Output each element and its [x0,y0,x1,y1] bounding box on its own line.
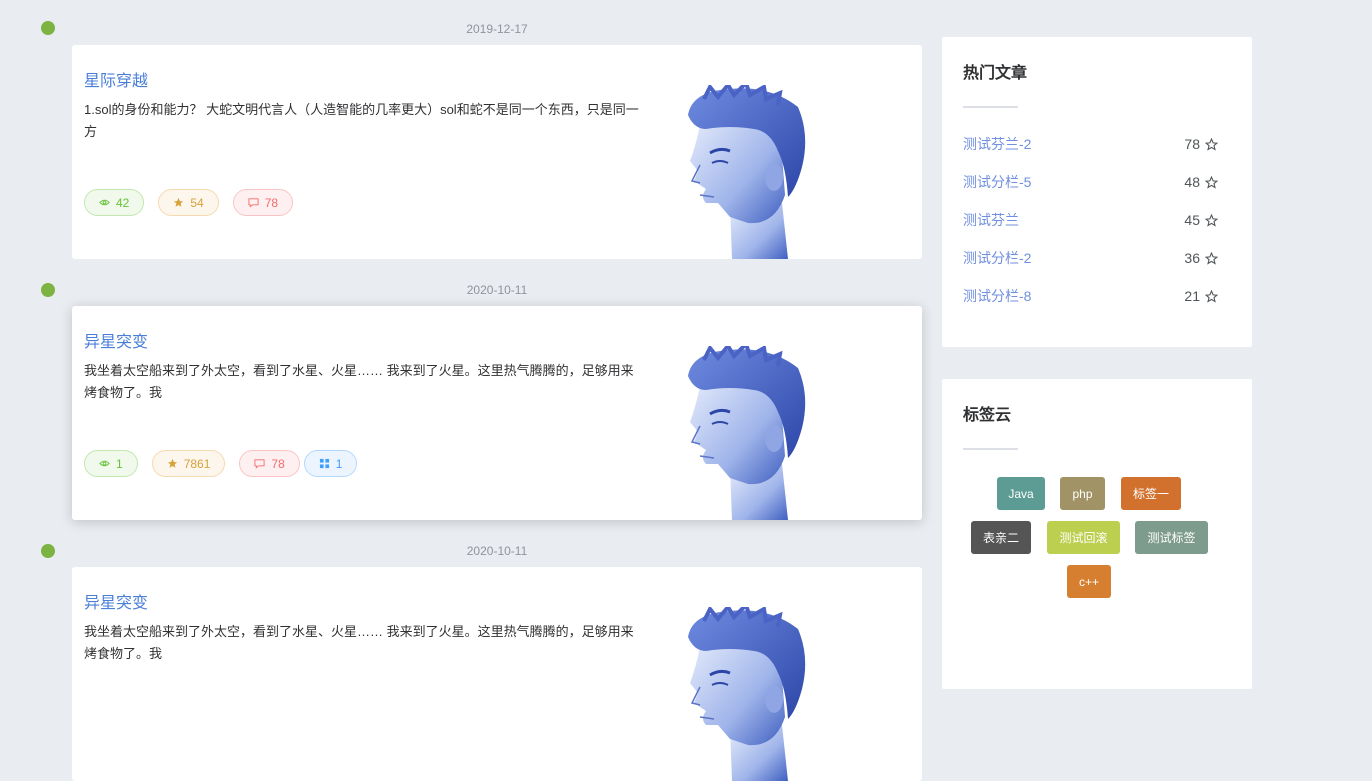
star-icon [174,197,184,207]
article-title[interactable]: 星际穿越 [84,67,148,91]
hot-article-count-value: 21 [1184,288,1200,304]
entry-date: 2019-12-17 [466,22,528,36]
hot-article-link[interactable]: 测试分栏-8 [963,286,1031,306]
star-outline-icon [1205,137,1218,151]
hot-article-link[interactable]: 测试分栏-2 [963,248,1031,268]
comment-count-badge: 78 [232,189,294,216]
divider [963,106,1018,108]
article-card[interactable]: 异星突变 我坐着太空船来到了外太空，看到了水星、火星…… 我来到了火星。这里热气… [72,567,922,781]
eye-icon [99,199,110,206]
article-cover-image [686,607,808,781]
star-outline-icon [1205,251,1218,265]
article-title[interactable]: 异星突变 [84,328,148,352]
tag-cloud-title: 标签云 [963,407,1012,424]
view-count: 42 [116,195,130,210]
hot-article-item: 测试芬兰-2 78 [963,134,1218,154]
hot-article-count-value: 36 [1184,250,1200,266]
view-count: 1 [116,456,123,471]
hot-articles-title: 热门文章 [963,65,1028,82]
hot-article-link[interactable]: 测试芬兰-2 [963,134,1031,154]
tag-cloud-panel: 标签云 Java php 标签一 表亲二 测试回滚 测试标签 c++ [942,379,1252,689]
hot-articles-panel: 热门文章 测试芬兰-2 78 测试分栏-5 48 测试芬兰 45 测试分栏-2 … [942,37,1252,347]
divider [963,448,1018,450]
article-card[interactable]: 星际穿越 1.sol的身份和能力？ 大蛇文明代言人（人造智能的几率更大）sol和… [72,45,922,259]
hot-article-link[interactable]: 测试分栏-5 [963,172,1031,192]
tag-test-label[interactable]: 测试标签 [1135,521,1208,554]
hot-article-count: 36 [1184,250,1218,266]
article-timeline: 2019-12-17 星际穿越 1.sol的身份和能力？ 大蛇文明代言人（人造智… [0,0,930,781]
hot-article-count-value: 45 [1184,212,1200,228]
eye-icon [99,460,110,467]
article-stats: 42 54 78 [84,189,307,216]
hot-article-link[interactable]: 测试芬兰 [963,210,1019,230]
comment-icon [254,459,265,469]
hot-article-item: 测试分栏-8 21 [963,286,1218,306]
tag-cpp[interactable]: c++ [1067,565,1111,598]
article-stats: 1 7861 78 1 [84,450,358,477]
star-icon [167,458,177,468]
view-count-badge: 1 [84,450,138,477]
hot-article-count: 78 [1184,136,1218,152]
tag-java[interactable]: Java [997,477,1045,510]
timeline-dot [41,283,55,297]
hot-article-count-value: 48 [1184,174,1200,190]
tag-test-rollback[interactable]: 测试回滚 [1047,521,1120,554]
star-count-badge: 7861 [151,450,226,477]
hot-article-count: 48 [1184,174,1218,190]
tag-cousin-two[interactable]: 表亲二 [971,521,1031,554]
article-summary: 我坐着太空船来到了外太空，看到了水星、火星…… 我来到了火星。这里热气腾腾的，足… [84,363,634,400]
tag-label-one[interactable]: 标签一 [1121,477,1181,510]
article-summary: 我坐着太空船来到了外太空，看到了水星、火星…… 我来到了火星。这里热气腾腾的，足… [84,624,634,661]
star-count: 7861 [183,456,211,471]
star-outline-icon [1205,175,1218,189]
category-count: 1 [335,456,343,471]
tag-php[interactable]: php [1060,477,1105,510]
hot-article-item: 测试芬兰 45 [963,210,1218,230]
star-outline-icon [1205,213,1218,227]
article-card[interactable]: 异星突变 我坐着太空船来到了外太空，看到了水星、火星…… 我来到了火星。这里热气… [72,306,922,520]
hot-article-item: 测试分栏-5 48 [963,172,1218,192]
article-summary: 1.sol的身份和能力？ 大蛇文明代言人（人造智能的几率更大）sol和蛇不是同一… [84,102,639,139]
entry-date: 2020-10-11 [466,283,528,297]
comment-count-badge: 78 [239,450,300,477]
comment-count: 78 [271,456,285,471]
hot-article-count: 45 [1184,212,1218,228]
comment-count: 78 [264,195,279,210]
hot-article-count-value: 78 [1184,136,1200,152]
article-cover-image [686,346,808,520]
star-count: 54 [190,195,204,210]
timeline-dot [41,21,55,35]
grid-icon [319,458,329,469]
view-count-badge: 42 [84,189,145,216]
comment-icon [248,198,259,208]
star-outline-icon [1205,289,1218,303]
timeline-dot [41,544,55,558]
entry-date: 2020-10-11 [466,544,528,558]
article-title[interactable]: 异星突变 [84,589,148,613]
category-count-badge: 1 [303,450,358,477]
article-cover-image [686,85,808,259]
hot-article-count: 21 [1184,288,1218,304]
star-count-badge: 54 [158,189,219,216]
hot-article-item: 测试分栏-2 36 [963,248,1218,268]
